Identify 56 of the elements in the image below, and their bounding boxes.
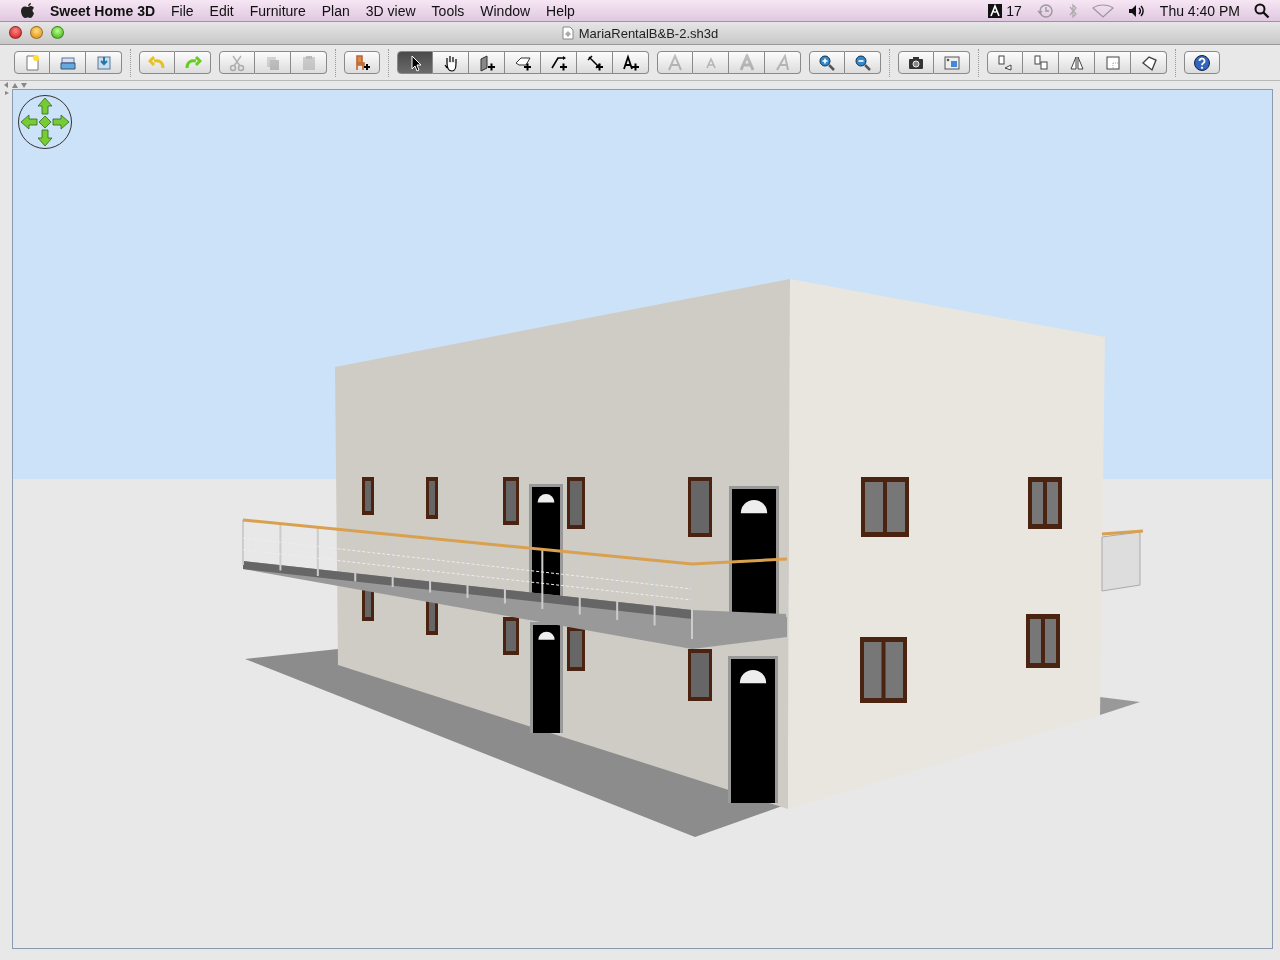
dimension-plus-icon bbox=[585, 53, 604, 72]
3d-view[interactable] bbox=[12, 89, 1273, 949]
close-button[interactable] bbox=[9, 26, 22, 39]
polyline-plus-icon bbox=[549, 53, 568, 72]
menu-item[interactable]: Tools bbox=[423, 2, 473, 19]
toolbar-button[interactable] bbox=[344, 51, 380, 74]
menu-item[interactable]: Edit bbox=[201, 2, 242, 19]
menu-item[interactable]: Furniture bbox=[241, 2, 314, 19]
menu-item[interactable]: Window bbox=[472, 2, 539, 19]
search-icon[interactable] bbox=[1254, 2, 1270, 19]
video-icon bbox=[942, 53, 961, 72]
toolbar-button[interactable] bbox=[397, 51, 433, 74]
update-count: 17 bbox=[1006, 2, 1022, 19]
navigation-arrows-icon[interactable] bbox=[17, 94, 73, 150]
letter-plus-icon bbox=[621, 53, 640, 72]
volume-icon[interactable] bbox=[1127, 3, 1146, 18]
zoom-button[interactable] bbox=[51, 26, 64, 39]
italic-letter-icon bbox=[773, 53, 792, 72]
adobe-logo-icon[interactable] bbox=[988, 3, 1003, 18]
window-title: MariaRentalB&B-2.sh3d bbox=[578, 25, 719, 41]
box-arrow-icon bbox=[996, 53, 1014, 72]
zoom-out-icon bbox=[853, 53, 872, 72]
bold-letter-icon bbox=[737, 53, 756, 72]
chair-plus-icon bbox=[353, 53, 371, 72]
app-name-menu[interactable]: Sweet Home 3D bbox=[36, 2, 164, 19]
toolbar-button[interactable] bbox=[541, 51, 577, 74]
save-icon bbox=[94, 53, 113, 72]
polygon-icon bbox=[1139, 53, 1158, 72]
wall-plus-icon bbox=[477, 53, 496, 72]
square-icon bbox=[1103, 53, 1122, 72]
splitter-arrows-icon[interactable] bbox=[3, 81, 29, 95]
menu-item[interactable]: File bbox=[163, 2, 202, 19]
toolbar-button[interactable] bbox=[1131, 51, 1167, 74]
menu-item[interactable]: Plan bbox=[313, 2, 358, 19]
toolbar-button[interactable] bbox=[898, 51, 934, 74]
new-file-icon bbox=[23, 53, 41, 72]
boxes-icon bbox=[1031, 53, 1050, 72]
toolbar-button[interactable] bbox=[505, 51, 541, 74]
toolbar-button[interactable] bbox=[433, 51, 469, 74]
menu-item[interactable]: Help bbox=[538, 2, 583, 19]
toolbar-button[interactable] bbox=[613, 51, 649, 74]
history-clock-icon[interactable] bbox=[1035, 2, 1054, 19]
menu-clock[interactable]: Thu 4:40 PM bbox=[1159, 2, 1240, 19]
large-letter-icon bbox=[666, 53, 684, 72]
zoom-in-icon bbox=[818, 53, 836, 72]
scissors-icon bbox=[228, 53, 246, 72]
toolbar-button[interactable] bbox=[1184, 51, 1220, 74]
menu-item[interactable]: 3D view bbox=[357, 2, 424, 19]
help-icon bbox=[1193, 53, 1211, 72]
apple-logo-icon[interactable] bbox=[20, 2, 36, 19]
toolbar-button[interactable] bbox=[809, 51, 845, 74]
minimize-button[interactable] bbox=[30, 26, 43, 39]
document-icon bbox=[561, 26, 574, 40]
toolbar-button[interactable] bbox=[577, 51, 613, 74]
toolbar-button[interactable] bbox=[469, 51, 505, 74]
toolbar-button[interactable] bbox=[845, 51, 881, 74]
